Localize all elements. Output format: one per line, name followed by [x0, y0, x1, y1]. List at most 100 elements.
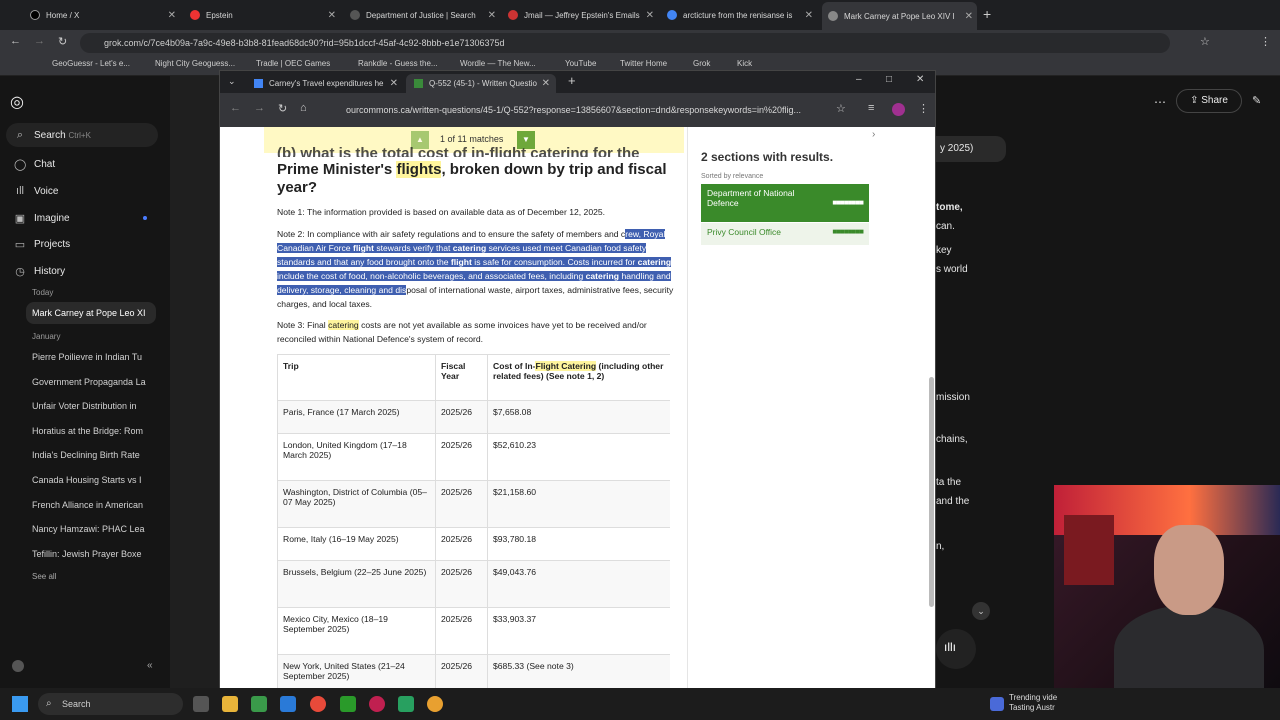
- history-item[interactable]: Pierre Poilievre in Indian Tu: [32, 352, 152, 362]
- close-icon[interactable]: ✕: [168, 10, 176, 21]
- notification-app-icon[interactable]: [990, 697, 1004, 711]
- outer-tab-x[interactable]: Home / X ✕: [30, 4, 180, 26]
- chevron-right-icon[interactable]: ›: [872, 129, 875, 140]
- app-icon[interactable]: [398, 696, 414, 712]
- minimize-icon[interactable]: –: [856, 74, 862, 85]
- history-item[interactable]: Tefillin: Jewish Prayer Boxe: [32, 549, 152, 559]
- tab-label: Mark Carney at Pope Leo XIV I: [844, 11, 955, 21]
- folder-icon: ▭: [14, 239, 26, 251]
- home-icon[interactable]: ⌂: [300, 102, 307, 114]
- bookmark-item[interactable]: Kick: [737, 59, 752, 68]
- scrollbar[interactable]: [929, 377, 934, 607]
- close-icon[interactable]: ✕: [965, 11, 973, 22]
- xbox-icon[interactable]: [340, 696, 356, 712]
- inner-tab-carney-travel[interactable]: Carney's Travel expenditures he ✕: [246, 74, 404, 93]
- back-icon[interactable]: ←: [230, 102, 241, 114]
- outer-tab-epstein[interactable]: Epstein ✕: [190, 4, 340, 26]
- history-item[interactable]: Government Propaganda La: [32, 377, 152, 387]
- search-highlight: Flight Catering: [535, 361, 597, 371]
- forward-icon[interactable]: →: [254, 102, 265, 114]
- menu-icon[interactable]: ⋮: [918, 102, 929, 115]
- collapse-sidebar-icon[interactable]: «: [147, 660, 153, 671]
- inner-tab-q552[interactable]: Q-552 (45-1) - Written Questio ✕: [406, 74, 556, 93]
- close-icon[interactable]: ✕: [488, 10, 496, 21]
- file-explorer-icon[interactable]: [222, 696, 238, 712]
- trending-subtitle: Tasting Austr: [1009, 703, 1055, 712]
- webcam-person-face: [1154, 525, 1224, 615]
- windows-start-icon[interactable]: [12, 696, 28, 712]
- result-item-pco[interactable]: Privy Council Office ■■■■■■■■: [701, 223, 869, 245]
- taskbar-search[interactable]: Search: [38, 693, 183, 715]
- history-item[interactable]: India's Declining Birth Rate: [32, 450, 152, 460]
- back-icon[interactable]: ←: [10, 35, 21, 47]
- edge-icon[interactable]: [280, 696, 296, 712]
- scroll-down-icon[interactable]: ⌄: [972, 602, 990, 620]
- tab-label: Jmail — Jeffrey Epstein's Emails: [524, 10, 640, 20]
- bookmark-item[interactable]: Grok: [693, 59, 710, 68]
- maximize-icon[interactable]: □: [886, 74, 892, 85]
- bookmark-item[interactable]: Night City Geoguess...: [155, 59, 235, 68]
- sidebar-item-projects[interactable]: ▭ Projects: [14, 238, 70, 251]
- outer-tab-grok[interactable]: Mark Carney at Pope Leo XIV I ✕: [822, 2, 977, 30]
- voice-mode-button[interactable]: [936, 629, 976, 669]
- outer-tab-jmail[interactable]: Jmail — Jeffrey Epstein's Emails ✕: [508, 4, 658, 26]
- cell-trip: New York, United States (21–24 September…: [277, 654, 436, 689]
- sidebar-item-chat[interactable]: ◯ Chat: [14, 158, 55, 171]
- task-view-icon[interactable]: [193, 696, 209, 712]
- history-item[interactable]: Horatius at the Bridge: Rom: [32, 426, 152, 436]
- cell-trip: Rome, Italy (16–19 May 2025): [277, 527, 436, 561]
- outer-address-bar[interactable]: grok.com/c/7ce4b09a-7a9c-49e8-b3b8-81fea…: [80, 33, 1170, 53]
- bookmark-star-icon[interactable]: ☆: [1200, 35, 1210, 48]
- table-row: Brussels, Belgium (22–25 June 2025) 2025/…: [277, 560, 670, 608]
- more-options-icon[interactable]: ⋯: [1154, 95, 1166, 109]
- grok-logo-icon[interactable]: ◎: [10, 92, 24, 112]
- window-close-icon[interactable]: ✕: [916, 74, 924, 85]
- sidebar-item-voice[interactable]: ıll Voice: [14, 185, 58, 197]
- chrome-canary-icon[interactable]: [427, 696, 443, 712]
- bookmark-item[interactable]: Wordle — The New...: [460, 59, 536, 68]
- history-item-active[interactable]: Mark Carney at Pope Leo XI: [32, 308, 152, 318]
- avatar[interactable]: [12, 660, 24, 672]
- chrome-icon[interactable]: [310, 696, 326, 712]
- profile-avatar[interactable]: [892, 103, 905, 116]
- tab-menu-icon[interactable]: ⌄: [228, 76, 236, 87]
- outer-tab-doj[interactable]: Department of Justice | Search ✕: [350, 4, 500, 26]
- close-icon[interactable]: ✕: [390, 78, 398, 89]
- cell-year: 2025/26: [435, 527, 488, 561]
- edit-icon[interactable]: ✎: [1252, 94, 1261, 107]
- reload-icon[interactable]: ↻: [278, 102, 287, 115]
- sidebar-search-item[interactable]: ⌕ Search Ctrl+K: [14, 129, 91, 142]
- new-tab-icon[interactable]: +: [568, 73, 576, 88]
- new-tab-icon[interactable]: +: [983, 6, 991, 22]
- close-icon[interactable]: ✕: [646, 10, 654, 21]
- share-button[interactable]: ⇪ Share: [1176, 89, 1242, 113]
- reload-icon[interactable]: ↻: [58, 35, 67, 48]
- bookmark-star-icon[interactable]: ☆: [836, 102, 846, 115]
- reading-list-icon[interactable]: ≡: [868, 102, 874, 114]
- close-icon[interactable]: ✕: [542, 78, 550, 89]
- cell-cost: $93,780.18: [487, 527, 670, 561]
- result-item-dnd[interactable]: Department of National Defence ■■■■■■■■: [701, 184, 869, 222]
- history-item[interactable]: Canada Housing Starts vs I: [32, 475, 152, 485]
- forward-icon[interactable]: →: [34, 35, 45, 47]
- close-icon[interactable]: ✕: [328, 10, 336, 21]
- sidebar-item-imagine[interactable]: ▣ Imagine: [14, 212, 70, 225]
- media-icon[interactable]: [369, 696, 385, 712]
- bookmark-item[interactable]: YouTube: [565, 59, 596, 68]
- trending-widget[interactable]: Trending vide Tasting Austr: [1009, 693, 1057, 713]
- close-icon[interactable]: ✕: [805, 10, 813, 21]
- bookmark-item[interactable]: Tradle | OEC Games: [256, 59, 330, 68]
- history-item[interactable]: Nancy Hamzawi: PHAC Lea: [32, 524, 152, 534]
- bookmark-item[interactable]: Twitter Home: [620, 59, 667, 68]
- see-all-link[interactable]: See all: [32, 572, 152, 581]
- store-icon[interactable]: [251, 696, 267, 712]
- outer-tab-architecture[interactable]: arcticture from the renisanse is ✕: [667, 4, 817, 26]
- inner-tab-strip: ⌄ Carney's Travel expenditures he ✕ Q-552…: [220, 71, 935, 93]
- history-item[interactable]: Unfair Voter Distribution in: [32, 401, 152, 411]
- menu-icon[interactable]: ⋮: [1260, 35, 1271, 48]
- bookmark-item[interactable]: GeoGuessr - Let's e...: [52, 59, 130, 68]
- inner-address-bar[interactable]: ourcommons.ca/written-questions/45-1/Q-5…: [320, 100, 830, 120]
- history-item[interactable]: French Alliance in American: [32, 500, 152, 510]
- sidebar-item-history[interactable]: ◷ History: [14, 265, 65, 278]
- bookmark-item[interactable]: Rankdle - Guess the...: [358, 59, 438, 68]
